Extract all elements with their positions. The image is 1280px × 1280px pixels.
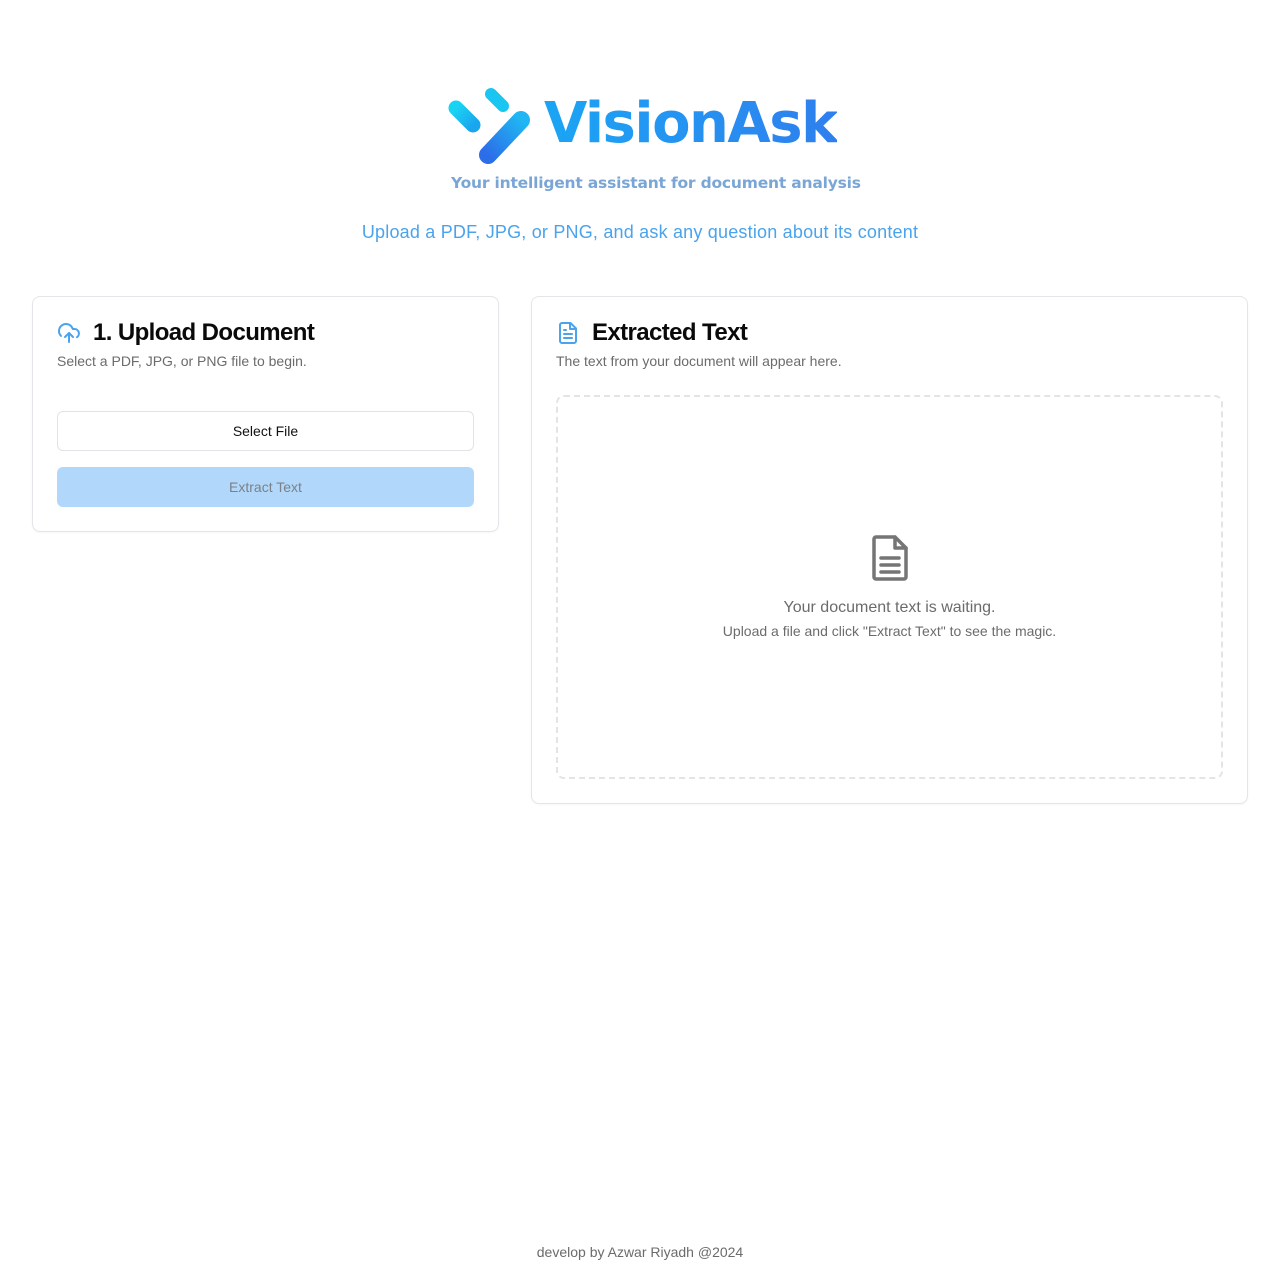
- upload-document-card: 1. Upload Document Select a PDF, JPG, or…: [32, 296, 499, 532]
- brand-tagline: Your intelligent assistant for document …: [451, 174, 861, 192]
- document-icon: [559, 322, 577, 344]
- empty-state-title: Your document text is waiting.: [783, 599, 996, 616]
- upload-card-title: 1. Upload Document: [93, 319, 315, 346]
- cloud-upload-icon: [58, 323, 80, 343]
- text-card-description: The text from your document will appear …: [556, 353, 842, 369]
- app-logo: VisionAsk Your intelligent assistant for…: [446, 84, 861, 199]
- page-footer: develop by Azwar Riyadh @2024: [536, 1244, 744, 1260]
- extract-text-button[interactable]: Extract Text: [57, 467, 474, 507]
- empty-state-hint: Upload a file and click "Extract Text" t…: [722, 623, 1057, 639]
- document-placeholder-icon: [872, 535, 908, 581]
- upload-card-description: Select a PDF, JPG, or PNG file to begin.: [57, 353, 307, 369]
- extracted-text-card: Extracted Text The text from your docume…: [531, 296, 1248, 804]
- text-card-title: Extracted Text: [592, 319, 748, 346]
- page-subtitle: Upload a PDF, JPG, or PNG, and ask any q…: [361, 222, 919, 242]
- extracted-text-area: Your document text is waiting. Upload a …: [556, 395, 1223, 779]
- upload-card-header: 1. Upload Document: [57, 317, 315, 349]
- select-file-button[interactable]: Select File: [57, 411, 474, 451]
- checkmark-pill-logo-icon: [448, 88, 530, 164]
- brand-name: VisionAsk: [544, 88, 838, 160]
- text-card-header: Extracted Text: [556, 317, 748, 349]
